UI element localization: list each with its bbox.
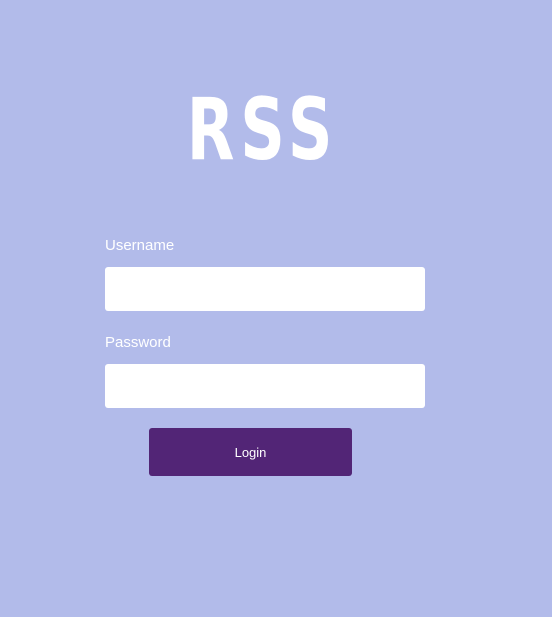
- login-button[interactable]: Login: [149, 428, 352, 476]
- username-label: Username: [105, 237, 175, 254]
- username-input[interactable]: [105, 267, 425, 311]
- login-page: { "logo": { "text": "RSS" }, "form": { "…: [0, 0, 552, 617]
- password-input[interactable]: [105, 364, 425, 408]
- rss-logo: RSS: [186, 80, 339, 180]
- password-label: Password: [105, 334, 171, 351]
